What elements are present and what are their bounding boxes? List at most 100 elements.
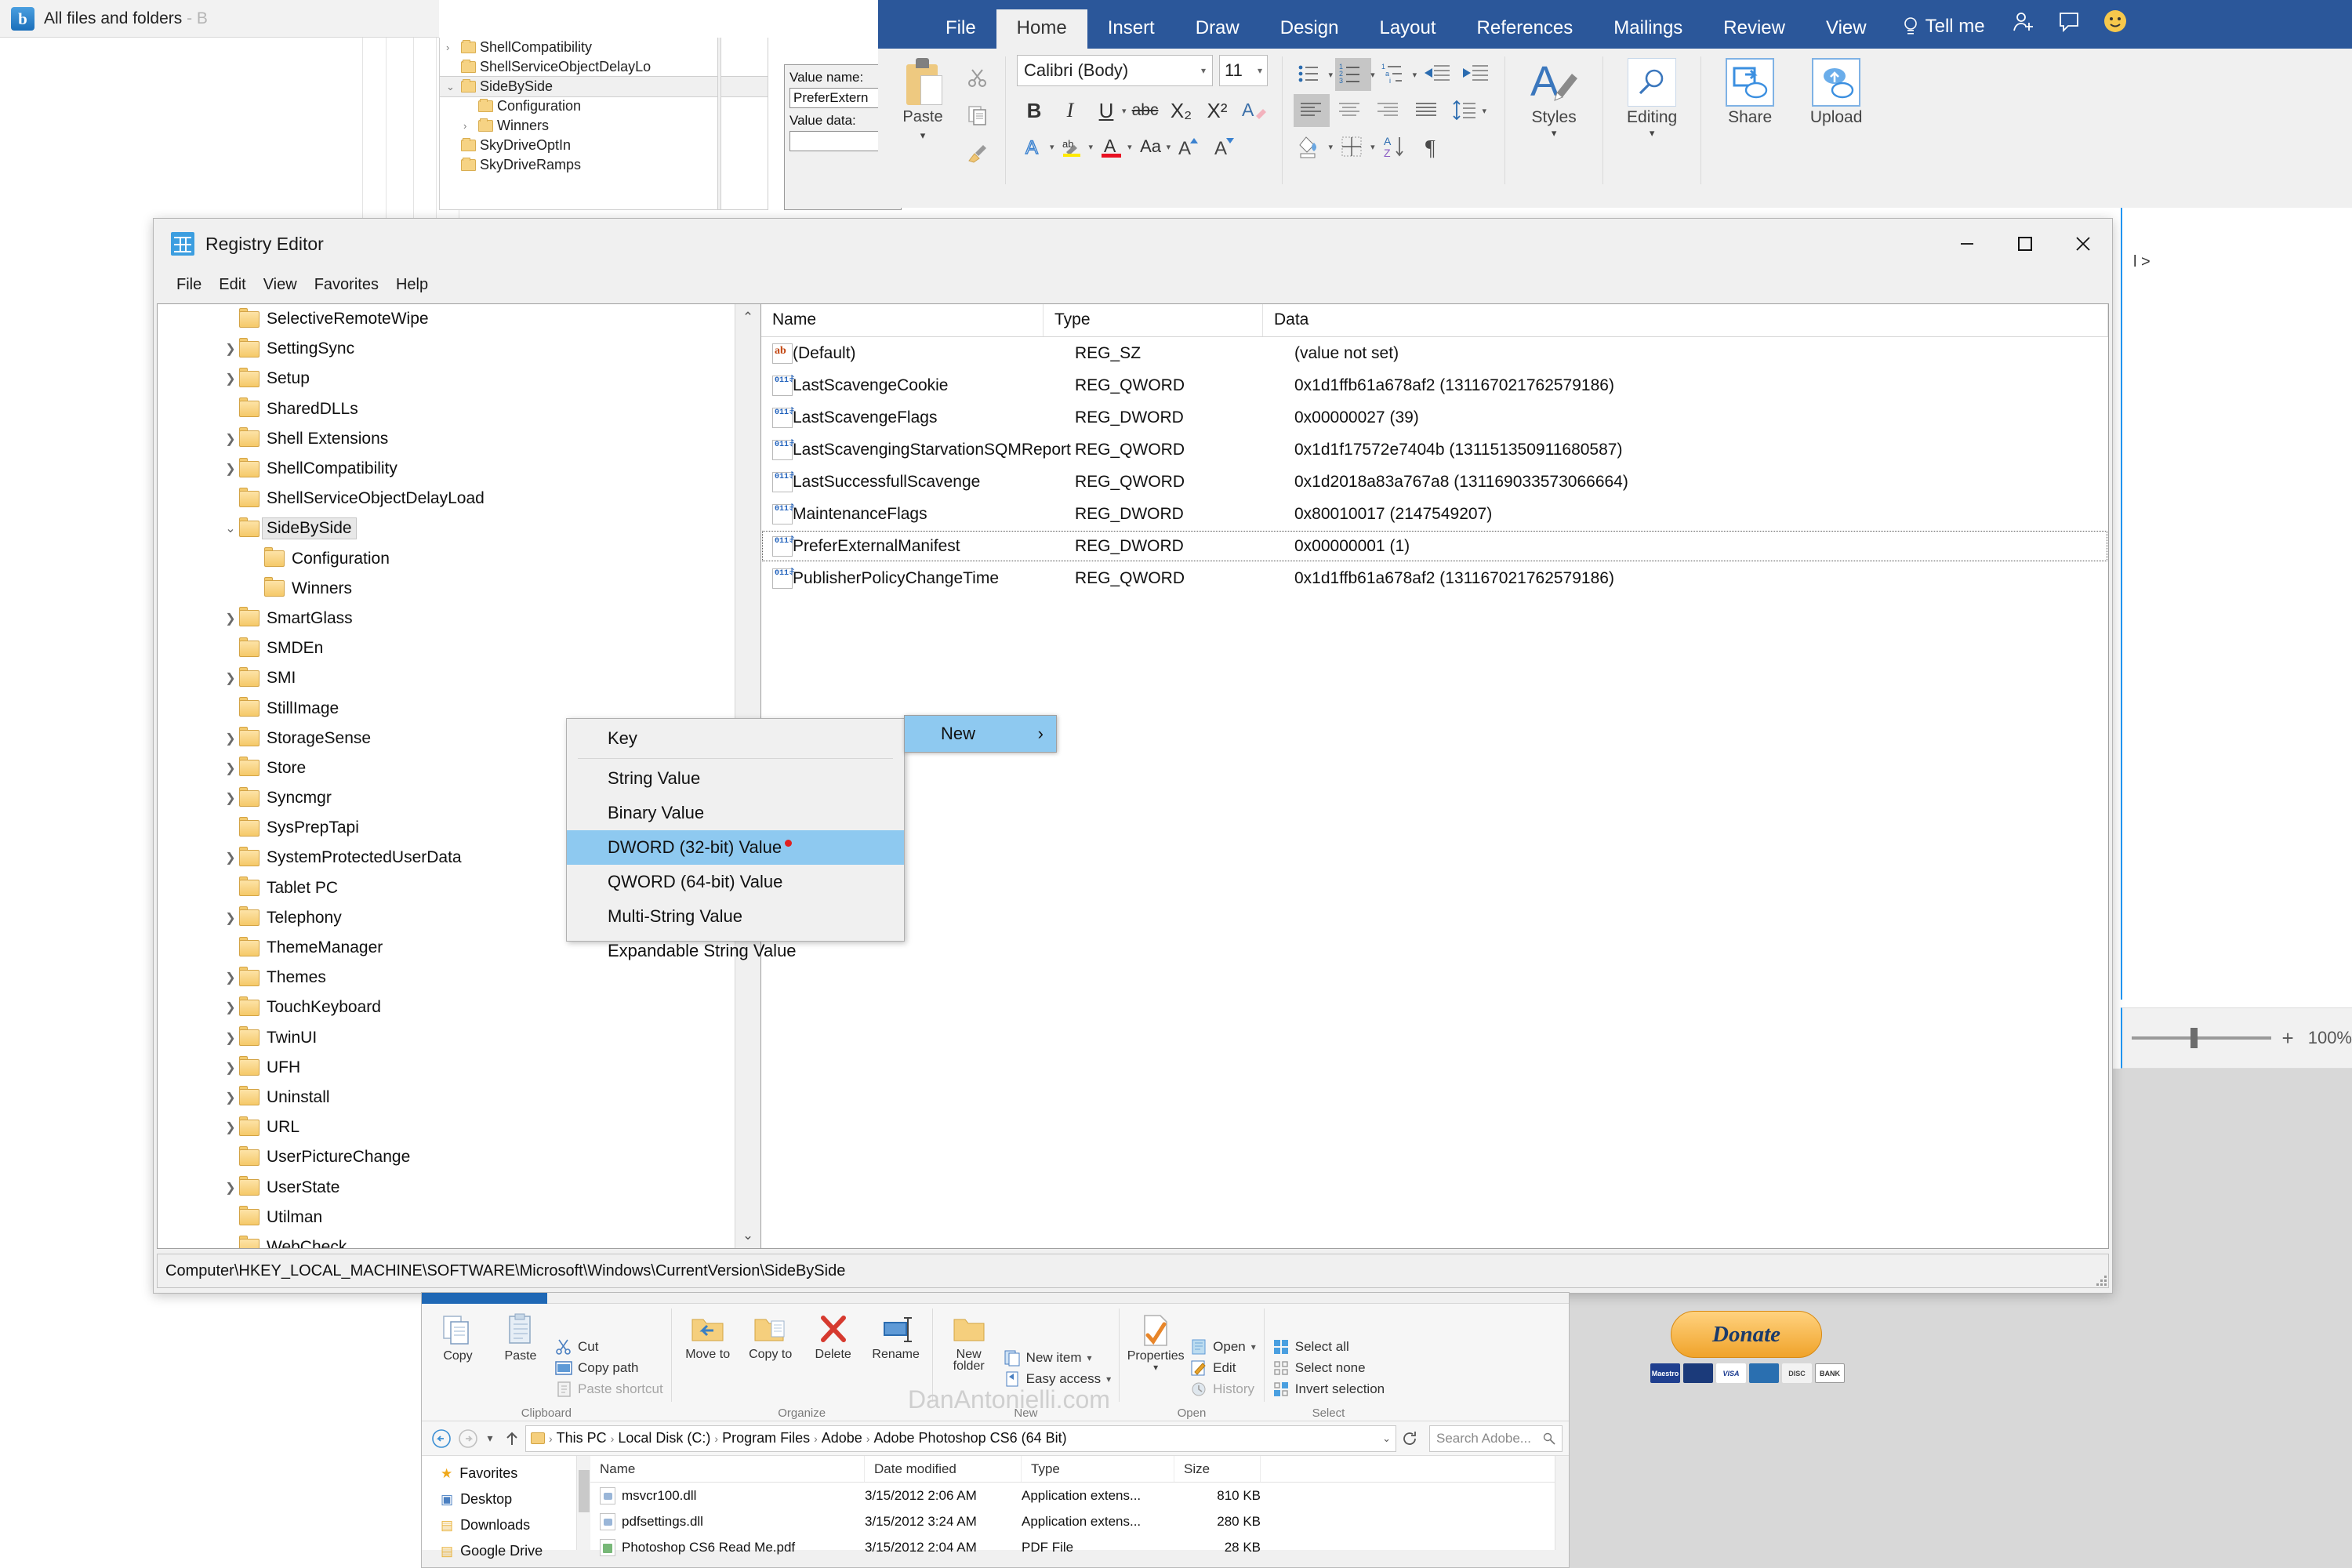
chevron-right-icon[interactable]: ❯ <box>222 1030 239 1046</box>
justify-icon[interactable] <box>1409 94 1445 127</box>
zoom-slider[interactable] <box>2132 1036 2271 1040</box>
tree-item-shell-extensions[interactable]: ❯Shell Extensions <box>158 424 734 454</box>
tree-item-ufh[interactable]: ❯UFH <box>158 1053 734 1083</box>
tree-item-configuration[interactable]: Configuration <box>158 544 734 574</box>
account-avatar[interactable] <box>2092 1 2139 49</box>
breadcrumb-this-pc[interactable]: This PC <box>557 1430 607 1446</box>
align-right-icon[interactable] <box>1370 94 1406 127</box>
explorer-new-item-button[interactable]: New item ▾ <box>1004 1349 1111 1367</box>
breadcrumb-program-files[interactable]: Program Files <box>722 1430 810 1446</box>
tree-item-smartglass[interactable]: ❯SmartGlass <box>158 604 734 633</box>
font-color-icon[interactable]: A <box>1094 130 1129 163</box>
explorer-select-all-button[interactable]: Select all <box>1272 1338 1385 1356</box>
tab-file[interactable]: File <box>925 9 996 49</box>
italic-button[interactable]: I <box>1053 94 1087 127</box>
tree-item-smden[interactable]: SMDEn <box>158 633 734 663</box>
column-header-data[interactable]: Data <box>1263 304 2108 336</box>
table-row[interactable]: LastSuccessfullScavengeREG_QWORD0x1d2018… <box>761 466 2108 498</box>
zoom-in-button[interactable]: + <box>2282 1028 2294 1048</box>
list-item[interactable]: pdfsettings.dll3/15/2012 3:24 AMApplicat… <box>590 1508 1569 1534</box>
chevron-down-icon[interactable]: ▾ <box>1127 142 1132 152</box>
borders-icon[interactable] <box>1335 130 1371 163</box>
tree-item-smi[interactable]: ❯SMI <box>158 663 734 693</box>
underline-button[interactable]: U <box>1089 94 1123 127</box>
search-input[interactable]: Search Adobe... <box>1429 1425 1563 1452</box>
nav-scrollbar[interactable] <box>576 1456 590 1550</box>
grow-font-icon[interactable]: A <box>1172 130 1207 163</box>
pilcrow-icon[interactable]: ¶ <box>1416 130 1452 163</box>
chevron-right-icon[interactable]: ❯ <box>222 1090 239 1105</box>
chevron-right-icon[interactable]: ❯ <box>222 461 239 477</box>
up-arrow-icon[interactable] <box>499 1425 525 1452</box>
minimize-button[interactable] <box>1938 219 1996 269</box>
multilevel-list-icon[interactable]: 1ai <box>1377 58 1414 91</box>
tree-item-touchkeyboard[interactable]: ❯TouchKeyboard <box>158 993 734 1022</box>
context-menu-item-new[interactable]: New › <box>904 715 1057 753</box>
tab-references[interactable]: References <box>1457 9 1594 49</box>
chevron-down-icon[interactable]: ▾ <box>1050 142 1054 152</box>
chevron-down-icon[interactable]: ⌄ <box>1382 1432 1391 1445</box>
chevron-right-icon[interactable]: ❯ <box>222 910 239 926</box>
chevron-right-icon[interactable]: › <box>446 42 457 53</box>
zoom-percent-label[interactable]: 100% <box>2308 1028 2352 1048</box>
tree-item-shareddlls[interactable]: SharedDLLs <box>158 394 734 424</box>
bullet-list-icon[interactable] <box>1294 58 1330 91</box>
chevron-down-icon[interactable]: ⌄ <box>446 81 457 93</box>
donate-button[interactable]: Donate <box>1671 1311 1822 1358</box>
shrink-font-icon[interactable]: A <box>1208 130 1243 163</box>
table-row[interactable]: LastScavengingStarvationSQMReportREG_QWO… <box>761 434 2108 466</box>
back-arrow-icon[interactable] <box>428 1425 455 1452</box>
tab-review[interactable]: Review <box>1703 9 1806 49</box>
shading-icon[interactable] <box>1294 130 1330 163</box>
close-button[interactable] <box>2054 219 2112 269</box>
maximize-button[interactable] <box>1996 219 2054 269</box>
explorer-rename-button[interactable]: Rename <box>868 1308 924 1421</box>
menu-help[interactable]: Help <box>387 273 437 297</box>
chevron-right-icon[interactable]: ❯ <box>222 850 239 866</box>
change-case-button[interactable]: Aa <box>1134 130 1168 163</box>
tree-item-userstate[interactable]: ❯UserState <box>158 1172 734 1202</box>
chevron-down-icon[interactable]: ▾ <box>1370 142 1375 152</box>
tree-item-shellcompatibility[interactable]: ❯ShellCompatibility <box>158 454 734 484</box>
menu-favorites[interactable]: Favorites <box>306 273 387 297</box>
tree-item-setup[interactable]: ❯Setup <box>158 364 734 394</box>
chevron-down-icon[interactable]: ▾ <box>1087 1352 1092 1363</box>
share-button[interactable]: Share <box>1712 55 1788 208</box>
nav-item-favorites[interactable]: ★Favorites <box>422 1461 590 1486</box>
chevron-down-icon[interactable]: ▾ <box>1370 70 1375 80</box>
menu-edit[interactable]: Edit <box>210 273 254 297</box>
line-spacing-icon[interactable] <box>1447 94 1483 127</box>
nav-item-desktop[interactable]: ▣Desktop <box>422 1486 590 1512</box>
sort-az-icon[interactable]: AZ <box>1377 130 1414 163</box>
chevron-down-icon[interactable]: ▾ <box>1329 70 1334 80</box>
align-center-icon[interactable] <box>1332 94 1368 127</box>
explorer-invert-selection-button[interactable]: Invert selection <box>1272 1381 1385 1398</box>
explorer-select-none-button[interactable]: Select none <box>1272 1359 1385 1377</box>
explorer-copy-path-button[interactable]: Copy path <box>555 1359 663 1377</box>
font-size-combobox[interactable]: 11 ▾ <box>1219 55 1268 86</box>
chevron-down-icon[interactable]: ▾ <box>1329 142 1334 152</box>
forward-arrow-icon[interactable] <box>455 1425 481 1452</box>
tree-item-webcheck[interactable]: WebCheck <box>158 1232 734 1248</box>
tab-insert[interactable]: Insert <box>1087 9 1175 49</box>
explorer-new-folder-button[interactable]: New folder <box>941 1308 997 1421</box>
tab-layout[interactable]: Layout <box>1359 9 1456 49</box>
chevron-right-icon[interactable]: › <box>463 120 474 132</box>
chevron-right-icon[interactable]: ❯ <box>222 371 239 387</box>
strikethrough-button[interactable]: abc <box>1128 94 1163 127</box>
scroll-thumb[interactable] <box>579 1470 590 1512</box>
clear-formatting-icon[interactable]: A <box>1236 94 1271 127</box>
chevron-right-icon[interactable]: ❯ <box>222 790 239 806</box>
tree-item-winners[interactable]: Winners <box>158 574 734 604</box>
context-menu-item-key[interactable]: Key <box>567 721 904 756</box>
table-row[interactable]: MaintenanceFlagsREG_DWORD0x80010017 (214… <box>761 498 2108 530</box>
font-family-combobox[interactable]: Calibri (Body) ▾ <box>1017 55 1213 86</box>
explorer-cut-button[interactable]: Cut <box>555 1338 663 1356</box>
table-row[interactable]: PreferExternalManifestREG_DWORD0x0000000… <box>761 530 2108 562</box>
column-header-size[interactable]: Size <box>1174 1456 1261 1482</box>
breadcrumb-photoshop[interactable]: Adobe Photoshop CS6 (64 Bit) <box>874 1430 1067 1446</box>
explorer-move-to-button[interactable]: Move to <box>680 1308 736 1421</box>
explorer-easy-access-button[interactable]: Easy access ▾ <box>1004 1370 1111 1388</box>
tab-home[interactable]: Home <box>996 9 1087 49</box>
explorer-history-button[interactable]: History <box>1190 1381 1256 1398</box>
